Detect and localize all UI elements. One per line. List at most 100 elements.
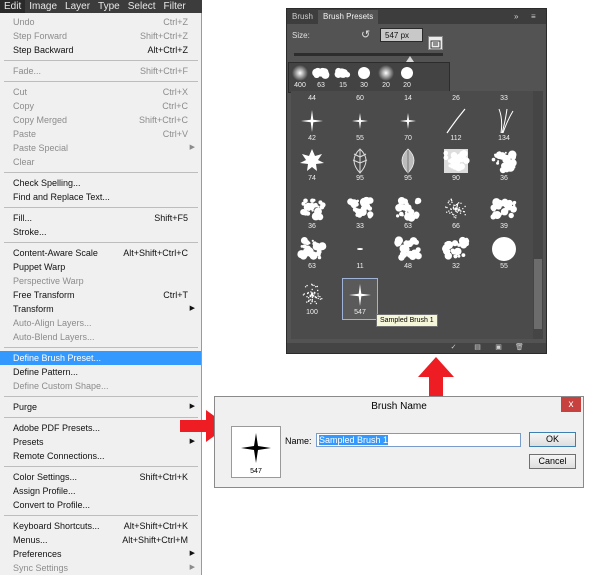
menu-item-undo[interactable]: Undo Ctrl+Z (0, 15, 201, 29)
menu-item-define-pattern[interactable]: Define Pattern... (0, 365, 201, 379)
brush-preset[interactable]: 32 (439, 233, 473, 273)
brush-preset[interactable]: 42 (295, 105, 329, 145)
brush-preset[interactable]: 74 (295, 145, 329, 185)
menu-item-content-aware-scale[interactable]: Content-Aware Scale Alt+Shift+Ctrl+C (0, 246, 201, 260)
brush-preset[interactable]: 26 (439, 91, 473, 105)
recent-brush[interactable] (334, 65, 352, 81)
brush-preset[interactable]: 33 (487, 91, 521, 105)
tab-brush[interactable]: Brush (287, 10, 318, 24)
brush-preset[interactable]: 36 (295, 193, 329, 233)
toggle-brush-panel-icon[interactable] (428, 36, 443, 50)
menu-item-clear[interactable]: Clear (0, 155, 201, 169)
close-button[interactable]: x (561, 397, 581, 412)
brush-preset[interactable]: 63 (295, 233, 329, 273)
brush-preset[interactable]: 70 (391, 105, 425, 145)
menu-item-define-custom-shape[interactable]: Define Custom Shape... (0, 379, 201, 393)
menu-item-define-brush-preset[interactable]: Define Brush Preset... (0, 351, 201, 365)
menu-filter[interactable]: Filter (160, 0, 190, 13)
brush-shape-icon (345, 107, 375, 135)
brush-preset[interactable]: 95 (391, 145, 425, 185)
trash-icon[interactable]: 🗑 (515, 344, 524, 352)
brush-preset[interactable]: 55 (487, 233, 521, 273)
menu-item-paste-special[interactable]: Paste Special ▶ (0, 141, 201, 155)
recent-brush[interactable] (312, 65, 330, 81)
preset-manager-icon[interactable]: ▤ (473, 344, 482, 352)
menu-item-paste[interactable]: Paste Ctrl+V (0, 127, 201, 141)
menu-item-fill[interactable]: Fill... Shift+F5 (0, 211, 201, 225)
menu-item-menus[interactable]: Menus... Alt+Shift+Ctrl+M (0, 533, 201, 547)
menu-image[interactable]: Image (25, 0, 61, 13)
brush-preset[interactable]: 90 (439, 145, 473, 185)
menu-select[interactable]: Select (124, 0, 160, 13)
brush-preset[interactable]: 134 (487, 105, 521, 145)
menu-item-fade[interactable]: Fade... Shift+Ctrl+F (0, 64, 201, 78)
scrollbar-thumb[interactable] (534, 259, 542, 329)
menu-item-puppet-warp[interactable]: Puppet Warp (0, 260, 201, 274)
menu-item-convert-to-profile[interactable]: Convert to Profile... (0, 498, 201, 512)
menu-item-presets[interactable]: Presets ▶ (0, 435, 201, 449)
new-preset-icon[interactable]: ▣ (494, 344, 503, 352)
brush-preset[interactable]: 112 (439, 105, 473, 145)
brush-preset[interactable]: 14 (391, 91, 425, 105)
brush-preset[interactable]: 60 (343, 91, 377, 105)
reset-size-icon[interactable]: ↺ (361, 28, 370, 41)
menu-type[interactable]: Type (94, 0, 124, 13)
brush-name-input[interactable]: Sampled Brush 1 (316, 433, 521, 447)
recent-brush[interactable] (355, 65, 373, 81)
brush-preset[interactable]: 44 (295, 91, 329, 105)
size-slider[interactable] (294, 53, 443, 56)
menu-item-perspective-warp[interactable]: Perspective Warp (0, 274, 201, 288)
tab-brush-presets[interactable]: Brush Presets (318, 10, 379, 24)
menu-item-remote-connections[interactable]: Remote Connections... (0, 449, 201, 463)
menu-item-label: Purge (13, 402, 38, 412)
brush-preset[interactable]: 39 (487, 193, 521, 233)
brush-preset-sampled[interactable]: 547 (342, 278, 378, 320)
name-label: Name: (285, 436, 312, 446)
menu-item-preferences[interactable]: Preferences ▶ (0, 547, 201, 561)
menu-item-free-transform[interactable]: Free Transform Ctrl+T (0, 288, 201, 302)
menu-edit[interactable]: Edit (0, 0, 26, 13)
ok-button[interactable]: OK (529, 432, 576, 447)
menu-item-transform[interactable]: Transform ▶ (0, 302, 201, 316)
brush-preset[interactable]: 66 (439, 193, 473, 233)
brush-size-label: 74 (308, 175, 316, 182)
menu-item-color-settings[interactable]: Color Settings... Shift+Ctrl+K (0, 470, 201, 484)
menu-item-copy[interactable]: Copy Ctrl+C (0, 99, 201, 113)
recent-brush[interactable] (398, 65, 416, 81)
menu-item-label: Step Backward (13, 45, 74, 55)
recent-brush[interactable] (377, 65, 395, 81)
menu-item-cut[interactable]: Cut Ctrl+X (0, 85, 201, 99)
panel-menu-icon[interactable]: ≡ (531, 10, 536, 24)
brush-preset[interactable]: 63 (391, 193, 425, 233)
brush-preset[interactable]: 100 (295, 279, 329, 319)
brush-preset[interactable]: 95 (343, 145, 377, 185)
brush-preset[interactable]: 11 (343, 233, 377, 273)
brush-preset[interactable]: 36 (487, 145, 521, 185)
recent-brush[interactable] (291, 65, 309, 81)
brush-size-label: 90 (452, 175, 460, 182)
brush-preset[interactable]: 48 (391, 233, 425, 273)
menu-item-adobe-pdf-presets[interactable]: Adobe PDF Presets... (0, 421, 201, 435)
menu-item-copy-merged[interactable]: Copy Merged Shift+Ctrl+C (0, 113, 201, 127)
brush-tool-icon[interactable]: ✓ (449, 344, 458, 352)
scrollbar[interactable] (533, 91, 543, 339)
menu-item-auto-blend-layers[interactable]: Auto-Blend Layers... (0, 330, 201, 344)
size-input[interactable]: 547 px (380, 28, 423, 42)
menu-item-step-forward[interactable]: Step Forward Shift+Ctrl+Z (0, 29, 201, 43)
brush-preset[interactable]: 55 (343, 105, 377, 145)
menu-item-purge[interactable]: Purge ▶ (0, 400, 201, 414)
menu-item-keyboard-shortcuts[interactable]: Keyboard Shortcuts... Alt+Shift+Ctrl+K (0, 519, 201, 533)
menu-item-find-and-replace-text[interactable]: Find and Replace Text... (0, 190, 201, 204)
menu-item-assign-profile[interactable]: Assign Profile... (0, 484, 201, 498)
menu-item-check-spelling[interactable]: Check Spelling... (0, 176, 201, 190)
menu-item-stroke[interactable]: Stroke... (0, 225, 201, 239)
menu-separator (4, 417, 198, 418)
collapse-icon[interactable]: » (514, 10, 518, 24)
menu-layer[interactable]: Layer (61, 0, 94, 13)
brush-preset[interactable]: 33 (343, 193, 377, 233)
menu-item-step-backward[interactable]: Step Backward Alt+Ctrl+Z (0, 43, 201, 57)
menu-item-auto-align-layers[interactable]: Auto-Align Layers... (0, 316, 201, 330)
menu-item-label: Clear (13, 157, 35, 167)
menu-item-sync-settings[interactable]: Sync Settings ▶ (0, 561, 201, 575)
cancel-button[interactable]: Cancel (529, 454, 576, 469)
